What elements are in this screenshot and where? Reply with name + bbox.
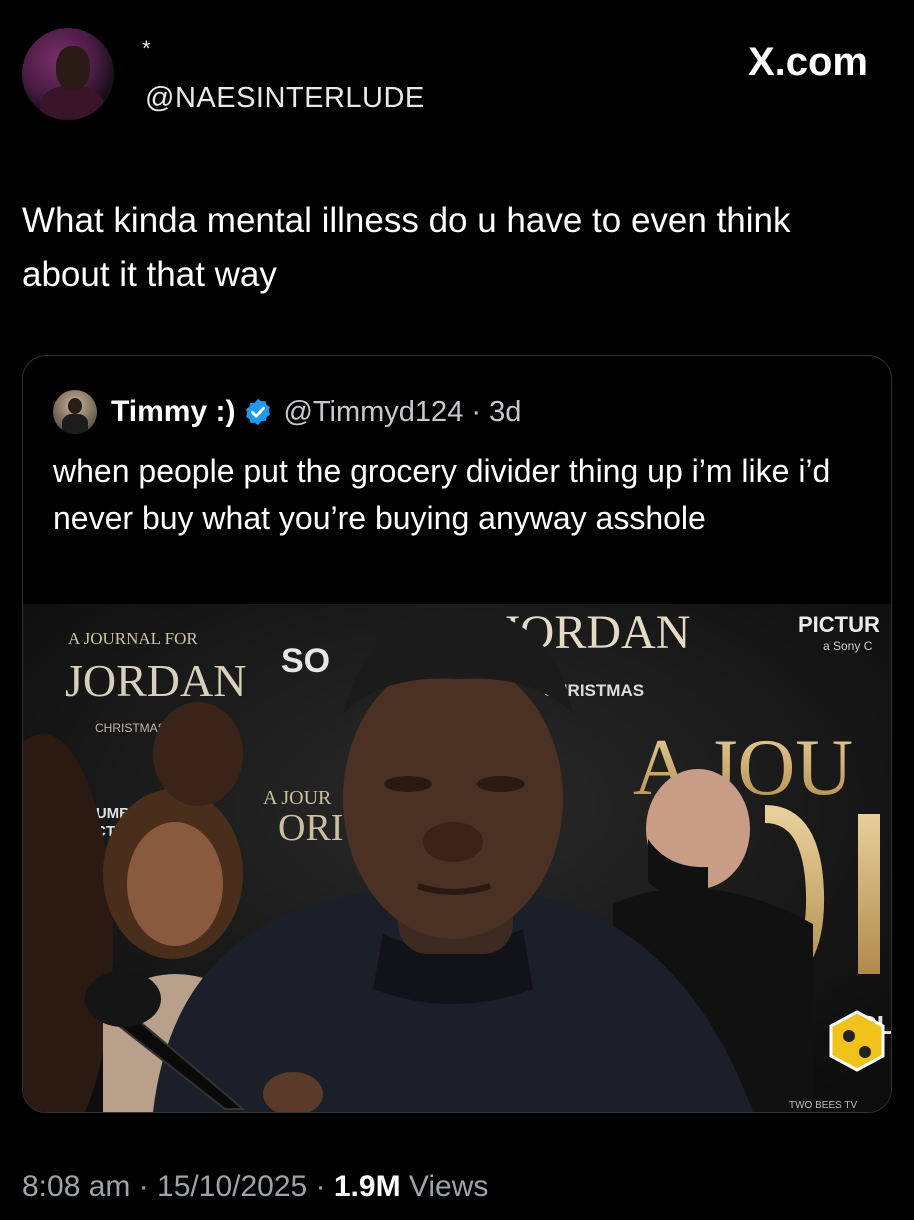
quoted-tweet-photo[interactable]: A JOURNAL FOR JORDAN CHRISTMAS SO JORDAN… (23, 604, 891, 1112)
tweet-header: * @NAESINTERLUDE X.com (0, 0, 914, 150)
tweet-timestamp[interactable]: 8:08 am · 15/10/2025 · (22, 1170, 334, 1203)
background-person (153, 702, 243, 806)
background-person-face (127, 822, 223, 946)
backdrop-text: CHRISTMAS (95, 721, 166, 735)
main-person-eye (384, 776, 432, 792)
main-person-eye (477, 776, 525, 792)
backdrop-text: A JOURNAL FOR (68, 629, 198, 648)
backdrop-text: A JOUR (263, 787, 332, 809)
tweet-meta: 8:08 am · 15/10/2025 · 1.9M Views (22, 1170, 488, 1204)
backdrop-text: JORDAN (65, 655, 246, 706)
microphone-head (85, 971, 161, 1027)
backdrop-text: ORI (278, 807, 343, 849)
author-avatar[interactable] (22, 28, 114, 120)
quoted-author-handle-time[interactable]: @Timmyd124 · 3d (283, 396, 521, 429)
watermark-text: TWO BEES TV (789, 1100, 857, 1111)
quoted-author-avatar[interactable] (53, 390, 97, 434)
main-person-nose (423, 822, 483, 862)
quoted-tweet-text: when people put the grocery divider thin… (53, 453, 831, 536)
quoted-tweet-header: Timmy :) @Timmyd124 · 3d (53, 390, 521, 434)
main-person-face (343, 659, 563, 939)
author-handle[interactable]: @NAESINTERLUDE (145, 82, 425, 115)
author-display-name[interactable]: * (142, 36, 151, 62)
views-count: 1.9M (333, 1170, 401, 1203)
backdrop-text: a Sony C (823, 639, 873, 653)
quoted-author-name[interactable]: Timmy :) (111, 395, 235, 429)
x-com-logo: X.com (747, 40, 868, 84)
views-label: Views (400, 1170, 489, 1203)
bee-logo-icon (829, 1010, 885, 1072)
backdrop-text: PICTUR (798, 612, 880, 637)
backdrop-letter-shape (858, 814, 880, 974)
tweet-text: What kinda mental illness do u have to e… (22, 201, 791, 294)
quoted-tweet-card[interactable]: Timmy :) @Timmyd124 · 3d when people put… (22, 355, 892, 1113)
backdrop-text: SO (281, 642, 330, 680)
verified-badge-icon (246, 398, 271, 426)
